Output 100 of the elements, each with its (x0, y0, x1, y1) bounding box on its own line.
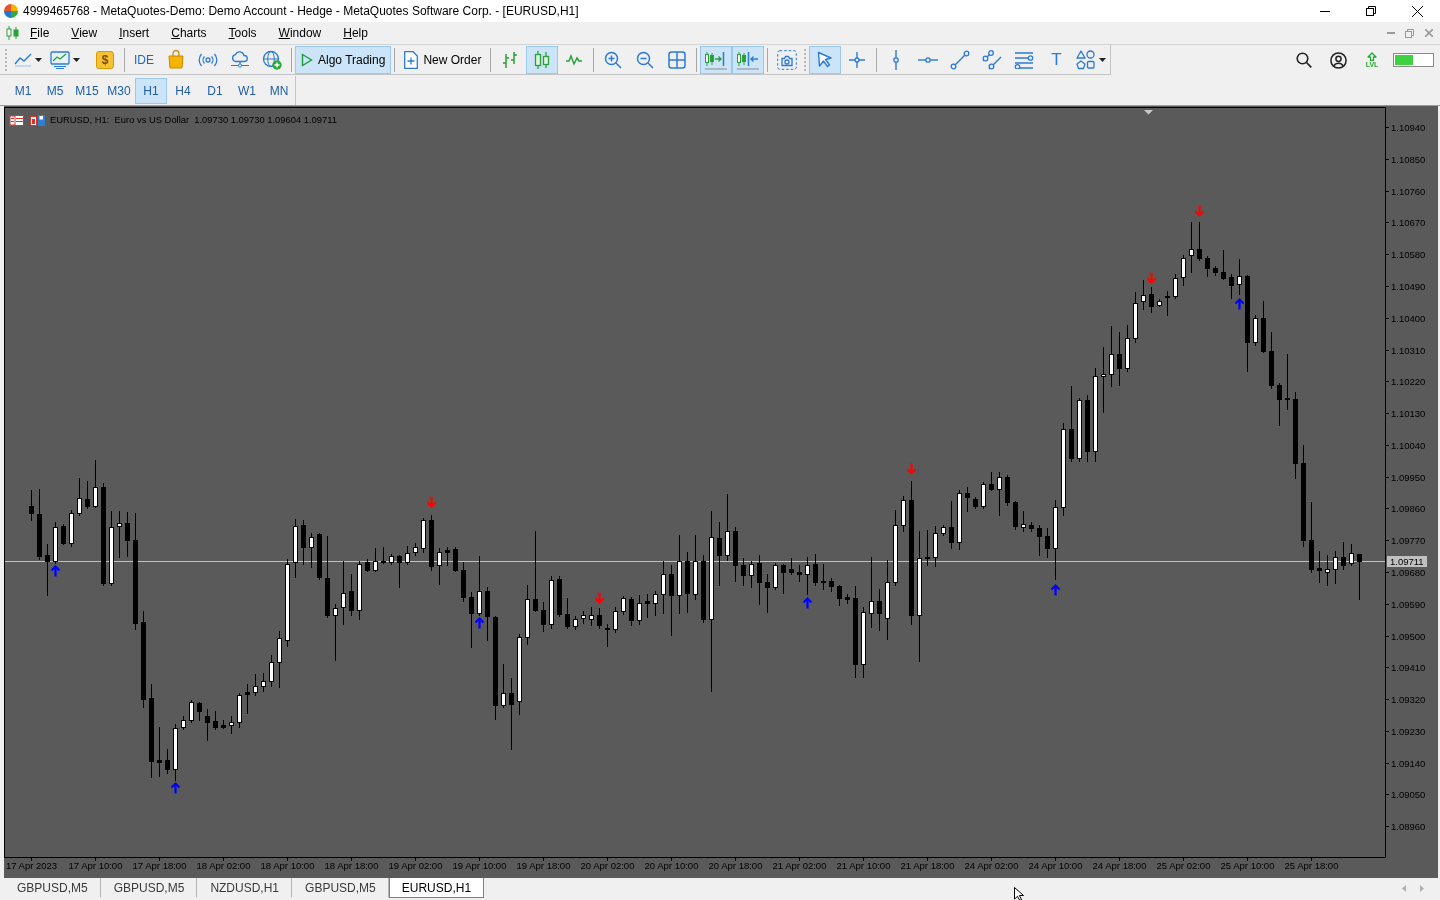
menu-item[interactable]: Insert (108, 24, 161, 42)
chart-tab[interactable]: GBPUSD,M5 (292, 878, 389, 898)
timeframe-button[interactable]: M1 (7, 77, 39, 104)
price-axis-label: 1.10130 (1391, 407, 1426, 419)
close-icon (1411, 5, 1423, 17)
time-axis-label: 24 Apr 02:00 (964, 860, 1019, 871)
timeframe-button[interactable]: M5 (39, 77, 71, 104)
timeframe-button[interactable]: W1 (231, 77, 263, 104)
candle-body (661, 574, 666, 595)
candle-body (1245, 276, 1250, 343)
candle-wick (303, 519, 304, 566)
candle-wick (815, 553, 816, 587)
candle-wick (759, 554, 760, 606)
price-axis-label: 1.08960 (1391, 820, 1426, 832)
candle-body (1309, 540, 1314, 570)
candle-wick (335, 603, 336, 662)
candle-body (37, 514, 42, 557)
candle-body (189, 702, 194, 721)
price-axis-label: 1.10220 (1391, 375, 1426, 387)
timeframe-button[interactable]: M15 (71, 77, 103, 104)
candle-wick (1335, 550, 1336, 585)
candle-body (1109, 354, 1114, 375)
candle-body (453, 549, 458, 571)
time-axis-label: 25 Apr 02:00 (1156, 860, 1211, 871)
candle-body (149, 698, 154, 762)
candle-wick (719, 521, 720, 587)
menu-item[interactable]: Tools (217, 24, 268, 42)
candle-wick (447, 546, 448, 567)
candle-body (237, 695, 242, 723)
candle-wick (439, 547, 440, 586)
chart-tab[interactable]: NZDUSD,H1 (197, 878, 293, 898)
candle-wick (95, 459, 96, 509)
diagonal-line-icon (950, 49, 971, 70)
menu-item[interactable]: Window (267, 24, 333, 42)
ide-button[interactable]: IDE (128, 45, 160, 74)
text-tool-button[interactable]: T (1040, 45, 1073, 74)
candle-wick (767, 573, 768, 614)
algo-trading-button[interactable]: Algo Trading (295, 45, 392, 74)
time-axis-label: 21 Apr 10:00 (836, 860, 891, 871)
timeframe-button[interactable]: H4 (167, 77, 199, 104)
candle-wick (983, 481, 984, 510)
price-axis-label: 1.09860 (1391, 502, 1426, 514)
candle-body (437, 552, 442, 566)
meter-icon (1393, 53, 1434, 67)
price-bars-icon (502, 50, 519, 69)
candlestick-chart-button[interactable] (526, 45, 559, 74)
shopping-bag-icon (168, 50, 184, 69)
candle-body (725, 531, 730, 556)
candle-wick (1159, 298, 1160, 308)
time-axis-label: 21 Apr 18:00 (900, 860, 955, 871)
candles-icon[interactable] (6, 26, 19, 40)
new-order-button[interactable]: New Order (398, 45, 488, 74)
table-icon (9, 115, 24, 126)
chart-tab[interactable]: GBPUSD,M5 (4, 878, 101, 898)
candle-body (1173, 278, 1178, 297)
candle-body (317, 534, 322, 578)
chart-tab[interactable]: EURUSD,H1 (388, 878, 485, 898)
candle-body (445, 550, 450, 553)
price-axis-label: 1.09050 (1391, 788, 1426, 800)
timeframe-button[interactable]: D1 (199, 77, 231, 104)
candle-wick (615, 606, 616, 634)
candle-body (277, 638, 282, 663)
price-axis-label: 1.09950 (1391, 471, 1426, 483)
zoom-in-icon (604, 50, 623, 69)
candle-body (349, 591, 354, 611)
price-axis-label: 1.09680 (1391, 566, 1426, 578)
chart-shift-button[interactable] (732, 45, 765, 74)
time-axis-label: 19 Apr 02:00 (388, 860, 443, 871)
dollar-button[interactable]: $ (89, 45, 121, 74)
mouse-pointer-icon (1014, 887, 1026, 900)
cursor-button[interactable] (809, 45, 842, 74)
candle-body (461, 570, 466, 598)
candle-wick (271, 654, 272, 688)
menu-item[interactable]: File (19, 24, 61, 42)
timeframe-button[interactable]: H1 (135, 77, 167, 104)
chart-tab[interactable]: GBPUSD,M5 (100, 878, 198, 898)
candle-body (773, 565, 778, 588)
price-axis-label: 1.10850 (1391, 153, 1426, 165)
horizontal-line-icon (918, 56, 939, 63)
cloud-icon (230, 51, 250, 68)
price-axis-label: 1.10940 (1391, 121, 1426, 133)
candle-body (1181, 258, 1186, 278)
menu-item[interactable]: Help (332, 24, 379, 42)
menu-item[interactable]: View (60, 24, 109, 42)
timeframe-button[interactable]: MN (263, 77, 295, 104)
crosshair-icon (848, 50, 867, 69)
candle-body (269, 662, 274, 682)
candle-wick (247, 683, 248, 715)
candle-body (109, 527, 114, 584)
candle-wick (1119, 331, 1120, 387)
candle-wick (1287, 353, 1288, 411)
candle-body (77, 498, 82, 514)
broadcast-icon (198, 52, 218, 67)
price-axis-label: 1.10310 (1391, 344, 1426, 356)
candle-wick (167, 748, 168, 775)
menu-item[interactable]: Charts (160, 24, 218, 42)
auto-scroll-button[interactable] (700, 45, 733, 74)
candle-wick (655, 590, 656, 617)
candlestick-icon (534, 49, 551, 70)
timeframe-button[interactable]: M30 (103, 77, 135, 104)
